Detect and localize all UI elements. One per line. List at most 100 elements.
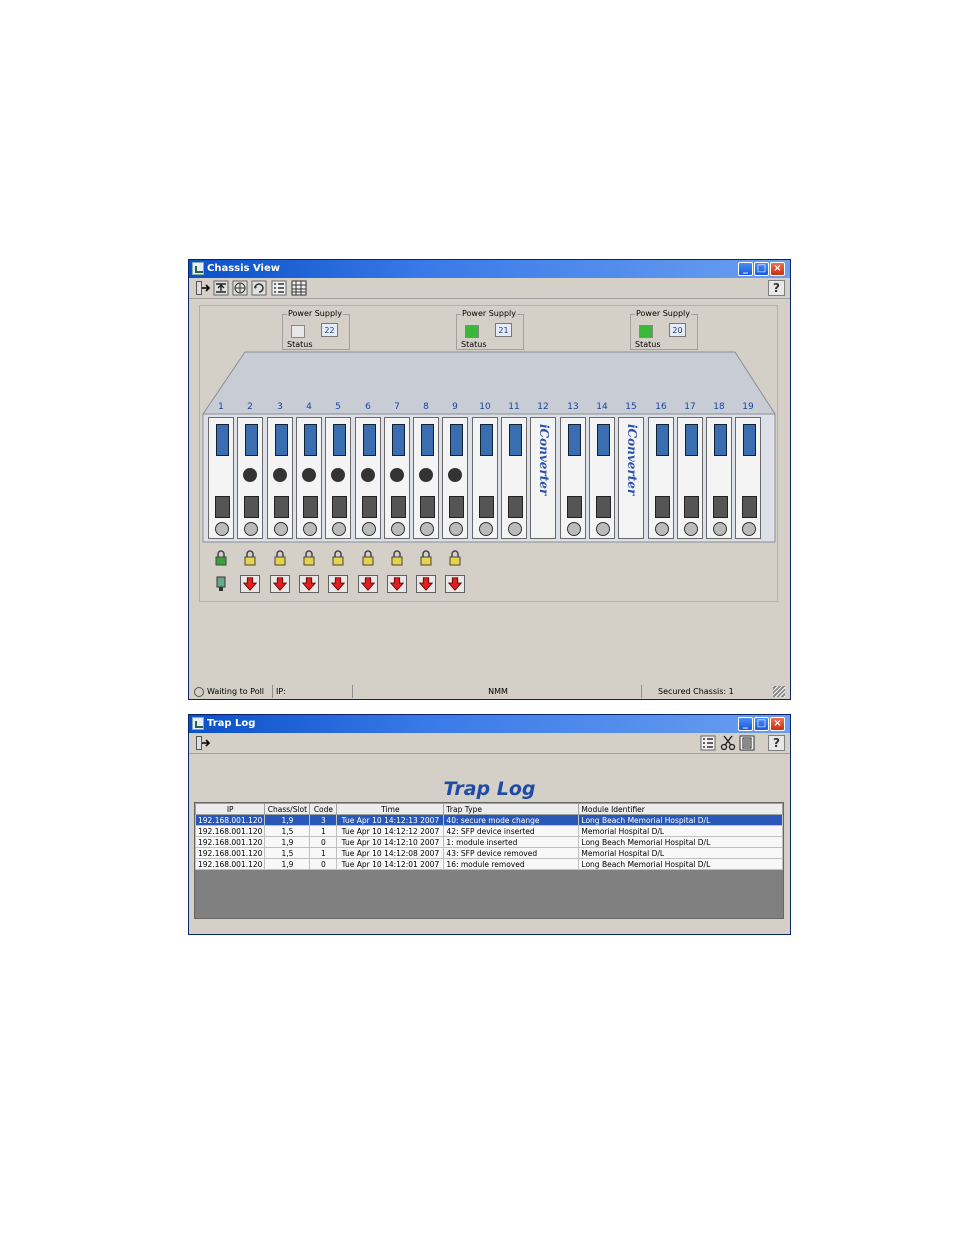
port-icon: [743, 424, 756, 456]
rj45-port-icon: [742, 496, 757, 518]
connector-icon: [448, 468, 462, 482]
down-arrow-icon[interactable]: [299, 575, 319, 593]
down-arrow-icon[interactable]: [387, 575, 407, 593]
rj45-port-icon: [420, 496, 435, 518]
rj45-port-icon: [303, 496, 318, 518]
lock-icon-5[interactable]: [332, 550, 344, 566]
ip-cell: 192.168.001.120: [194, 858, 266, 870]
minimize-button[interactable]: _: [738, 717, 753, 731]
rj45-port-icon: [596, 496, 611, 518]
connector-icon: [243, 468, 257, 482]
module-card-14[interactable]: [589, 417, 615, 539]
module-card-10[interactable]: [472, 417, 498, 539]
trap-title-bar[interactable]: Trap Log _ □ ×: [189, 715, 790, 733]
table-row[interactable]: 192.168.001.120 1,5 1 Tue Apr 10 14:12:1…: [194, 825, 783, 837]
column-header[interactable]: Code: [309, 803, 338, 815]
screw-icon: [391, 522, 405, 536]
table-row[interactable]: 192.168.001.120 1,9 3 Tue Apr 10 14:12:1…: [194, 814, 783, 826]
status-indicator-icon[interactable]: [211, 575, 231, 593]
exit-icon[interactable]: [194, 735, 210, 751]
lock-icon-6[interactable]: [362, 550, 374, 566]
lock-icon-8[interactable]: [420, 550, 432, 566]
resize-grip[interactable]: [773, 686, 785, 697]
chassis-status-bar: Waiting to Poll IP: NMM Secured Chassis:…: [189, 684, 790, 699]
maximize-button[interactable]: □: [754, 717, 769, 731]
column-header[interactable]: Time: [336, 803, 445, 815]
lock-icon-1[interactable]: [215, 550, 227, 566]
iconverter-logo: iConverter: [537, 424, 551, 496]
iconverter-logo: iConverter: [625, 424, 639, 496]
lock-icon-9[interactable]: [449, 550, 461, 566]
time-cell: Tue Apr 10 14:12:01 2007: [336, 858, 445, 870]
down-arrow-icon[interactable]: [328, 575, 348, 593]
slot-number-6: 6: [365, 402, 371, 412]
lock-icon-2[interactable]: [244, 550, 256, 566]
module-card-3[interactable]: [267, 417, 293, 539]
delete-icon[interactable]: [739, 735, 755, 751]
table-row[interactable]: 192.168.001.120 1,9 0 Tue Apr 10 14:12:1…: [194, 836, 783, 848]
column-header[interactable]: IP: [194, 803, 266, 815]
slot-number-13: 13: [567, 402, 579, 412]
port-icon: [216, 424, 229, 456]
rj45-port-icon: [332, 496, 347, 518]
module-card-16[interactable]: [648, 417, 674, 539]
ip-status: IP:: [272, 685, 352, 698]
trap-window-title: Trap Log: [207, 718, 256, 729]
cut-icon[interactable]: [720, 735, 736, 751]
module-card-11[interactable]: [501, 417, 527, 539]
help-button[interactable]: ?: [768, 735, 785, 751]
mode-status: NMM: [352, 685, 640, 698]
slot-number-1: 1: [218, 402, 224, 412]
trap-toolbar: ?: [189, 733, 790, 754]
rj45-port-icon: [391, 496, 406, 518]
port-icon: [245, 424, 258, 456]
lock-icon-7[interactable]: [391, 550, 403, 566]
table-header-row: IP Chass/Slot Code Time Trap Type Module…: [194, 803, 783, 815]
table-row[interactable]: 192.168.001.120 1,5 1 Tue Apr 10 14:12:0…: [194, 847, 783, 859]
module-card-9[interactable]: [442, 417, 468, 539]
close-button[interactable]: ×: [770, 717, 785, 731]
column-header[interactable]: Module Identifier: [578, 803, 783, 815]
rj45-port-icon: [274, 496, 289, 518]
slot-cell: 1,5: [264, 847, 311, 859]
module-card-8[interactable]: [413, 417, 439, 539]
table-row[interactable]: 192.168.001.120 1,9 0 Tue Apr 10 14:12:0…: [194, 858, 783, 870]
module-card-15[interactable]: iConverter: [618, 417, 644, 539]
screw-icon: [684, 522, 698, 536]
module-card-12[interactable]: iConverter: [530, 417, 556, 539]
slot-number-9: 9: [452, 402, 458, 412]
slot-number-12: 12: [537, 402, 549, 412]
module-card-5[interactable]: [325, 417, 351, 539]
trap-type-cell: 1: module inserted: [443, 836, 580, 848]
column-header[interactable]: Chass/Slot: [264, 803, 311, 815]
slot-number-17: 17: [684, 402, 696, 412]
code-cell: 0: [309, 858, 338, 870]
slot-cell: 1,9: [264, 858, 311, 870]
lock-icon-4[interactable]: [303, 550, 315, 566]
screw-icon: [596, 522, 610, 536]
down-arrow-icon[interactable]: [416, 575, 436, 593]
slot-number-11: 11: [508, 402, 520, 412]
port-icon: [450, 424, 463, 456]
module-card-17[interactable]: [677, 417, 703, 539]
column-header[interactable]: Trap Type: [443, 803, 580, 815]
module-card-19[interactable]: [735, 417, 761, 539]
lock-icon-3[interactable]: [274, 550, 286, 566]
code-cell: 3: [309, 814, 338, 826]
module-card-18[interactable]: [706, 417, 732, 539]
rj45-port-icon: [479, 496, 494, 518]
module-card-13[interactable]: [560, 417, 586, 539]
connector-icon: [361, 468, 375, 482]
screw-icon: [274, 522, 288, 536]
module-card-2[interactable]: [237, 417, 263, 539]
down-arrow-icon[interactable]: [240, 575, 260, 593]
down-arrow-icon[interactable]: [445, 575, 465, 593]
down-arrow-icon[interactable]: [270, 575, 290, 593]
screw-icon: [332, 522, 346, 536]
list-icon[interactable]: [700, 735, 716, 751]
module-card-4[interactable]: [296, 417, 322, 539]
module-card-7[interactable]: [384, 417, 410, 539]
module-card-6[interactable]: [355, 417, 381, 539]
module-card-1[interactable]: [208, 417, 234, 539]
down-arrow-icon[interactable]: [358, 575, 378, 593]
